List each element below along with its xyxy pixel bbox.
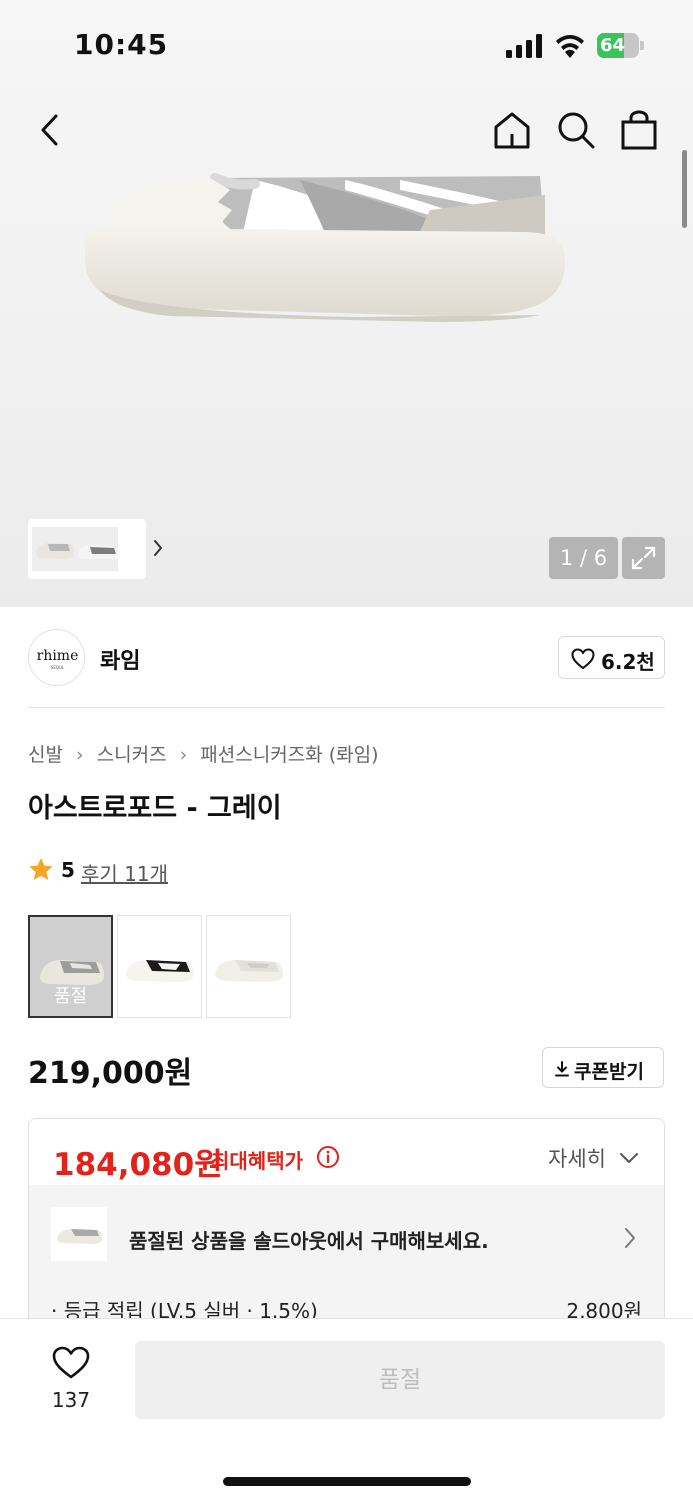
coupon-button[interactable]: 쿠폰받기 — [542, 1047, 664, 1088]
home-indicator — [223, 1477, 471, 1486]
brand-logo-text: rhime — [36, 648, 79, 664]
star-icon — [29, 858, 53, 880]
wishlist-count: 137 — [51, 1388, 91, 1412]
wifi-icon — [556, 35, 584, 58]
purchase-button-soldout[interactable]: 품절 — [135, 1341, 665, 1419]
chevron-right-icon: › — [179, 744, 188, 766]
detail-toggle[interactable]: 자세히 — [548, 1143, 606, 1173]
breadcrumb-item[interactable]: 패션스니커즈화 (롸임) — [200, 744, 378, 766]
search-icon[interactable] — [556, 110, 596, 150]
wishlist-button[interactable]: 137 — [40, 1346, 102, 1416]
battery-percent: 64 — [600, 35, 626, 56]
download-icon — [555, 1061, 569, 1077]
brand-like-count: 6.2천 — [601, 650, 655, 674]
bottom-action-bar: 137 품절 — [0, 1318, 693, 1500]
expand-button[interactable] — [622, 537, 665, 579]
soldout-label: 품절 — [53, 986, 88, 1007]
max-benefit-price: 184,080원 — [53, 1147, 223, 1183]
shopping-bag-icon[interactable] — [620, 108, 658, 150]
coupon-label: 쿠폰받기 — [574, 1061, 644, 1083]
expand-icon — [631, 546, 656, 570]
breadcrumb-item[interactable]: 스니커즈 — [97, 744, 167, 766]
brand-like-button[interactable]: 6.2천 — [558, 636, 665, 679]
chevron-right-icon[interactable] — [151, 529, 167, 567]
color-option-black[interactable] — [117, 915, 202, 1018]
scrollbar[interactable] — [682, 150, 687, 228]
thumbnail-image[interactable] — [32, 527, 76, 571]
image-page-counter: 1 / 6 — [549, 537, 618, 579]
product-title: 아스트로포드 - 그레이 — [28, 793, 282, 824]
status-bar: 10:45 64 — [0, 0, 693, 92]
thumbnail-image[interactable] — [76, 527, 118, 571]
breadcrumb: 신발 › 스니커즈 › 패션스니커즈화 (롸임) — [28, 740, 378, 767]
breadcrumb-item[interactable]: 신발 — [28, 744, 63, 766]
chevron-right-icon — [625, 1228, 635, 1248]
heart-icon — [571, 648, 595, 669]
chevron-down-icon[interactable] — [619, 1152, 639, 1164]
status-time: 10:45 — [74, 28, 169, 61]
banner-product-thumbnail — [51, 1207, 107, 1261]
home-icon[interactable] — [492, 110, 532, 150]
brand-logo[interactable]: rhime SEOUL — [28, 629, 85, 686]
heart-icon — [52, 1346, 90, 1379]
soldout-banner-text: 품절된 상품을 솔드아웃에서 구매해보세요. — [129, 1229, 489, 1253]
cellular-signal-icon — [506, 34, 542, 58]
color-option-white[interactable] — [206, 915, 291, 1018]
product-image — [85, 173, 565, 322]
back-icon[interactable] — [36, 112, 66, 148]
brand-row: rhime SEOUL 롸임 6.2천 — [28, 629, 665, 687]
thumbnail-strip[interactable] — [28, 519, 163, 579]
color-option-grey[interactable]: 품절 — [28, 915, 113, 1018]
rating-score: 5 — [61, 858, 75, 882]
brand-name[interactable]: 롸임 — [100, 643, 140, 675]
soldout-banner[interactable]: 품절된 상품을 솔드아웃에서 구매해보세요. — [29, 1185, 664, 1291]
product-price: 219,000원 — [28, 1056, 193, 1091]
brand-logo-subtext: SEOUL — [50, 665, 65, 670]
review-count-link[interactable]: 후기 11개 — [81, 858, 168, 887]
max-benefit-label: 최대혜택가 — [211, 1149, 303, 1173]
product-image-gallery[interactable]: 10:45 64 1 / 6 — [0, 0, 693, 607]
color-options: 품절 — [28, 915, 293, 1019]
chevron-right-icon: › — [76, 744, 84, 766]
battery-indicator: 64 — [597, 33, 645, 58]
divider — [28, 707, 665, 708]
info-icon[interactable] — [316, 1145, 340, 1169]
